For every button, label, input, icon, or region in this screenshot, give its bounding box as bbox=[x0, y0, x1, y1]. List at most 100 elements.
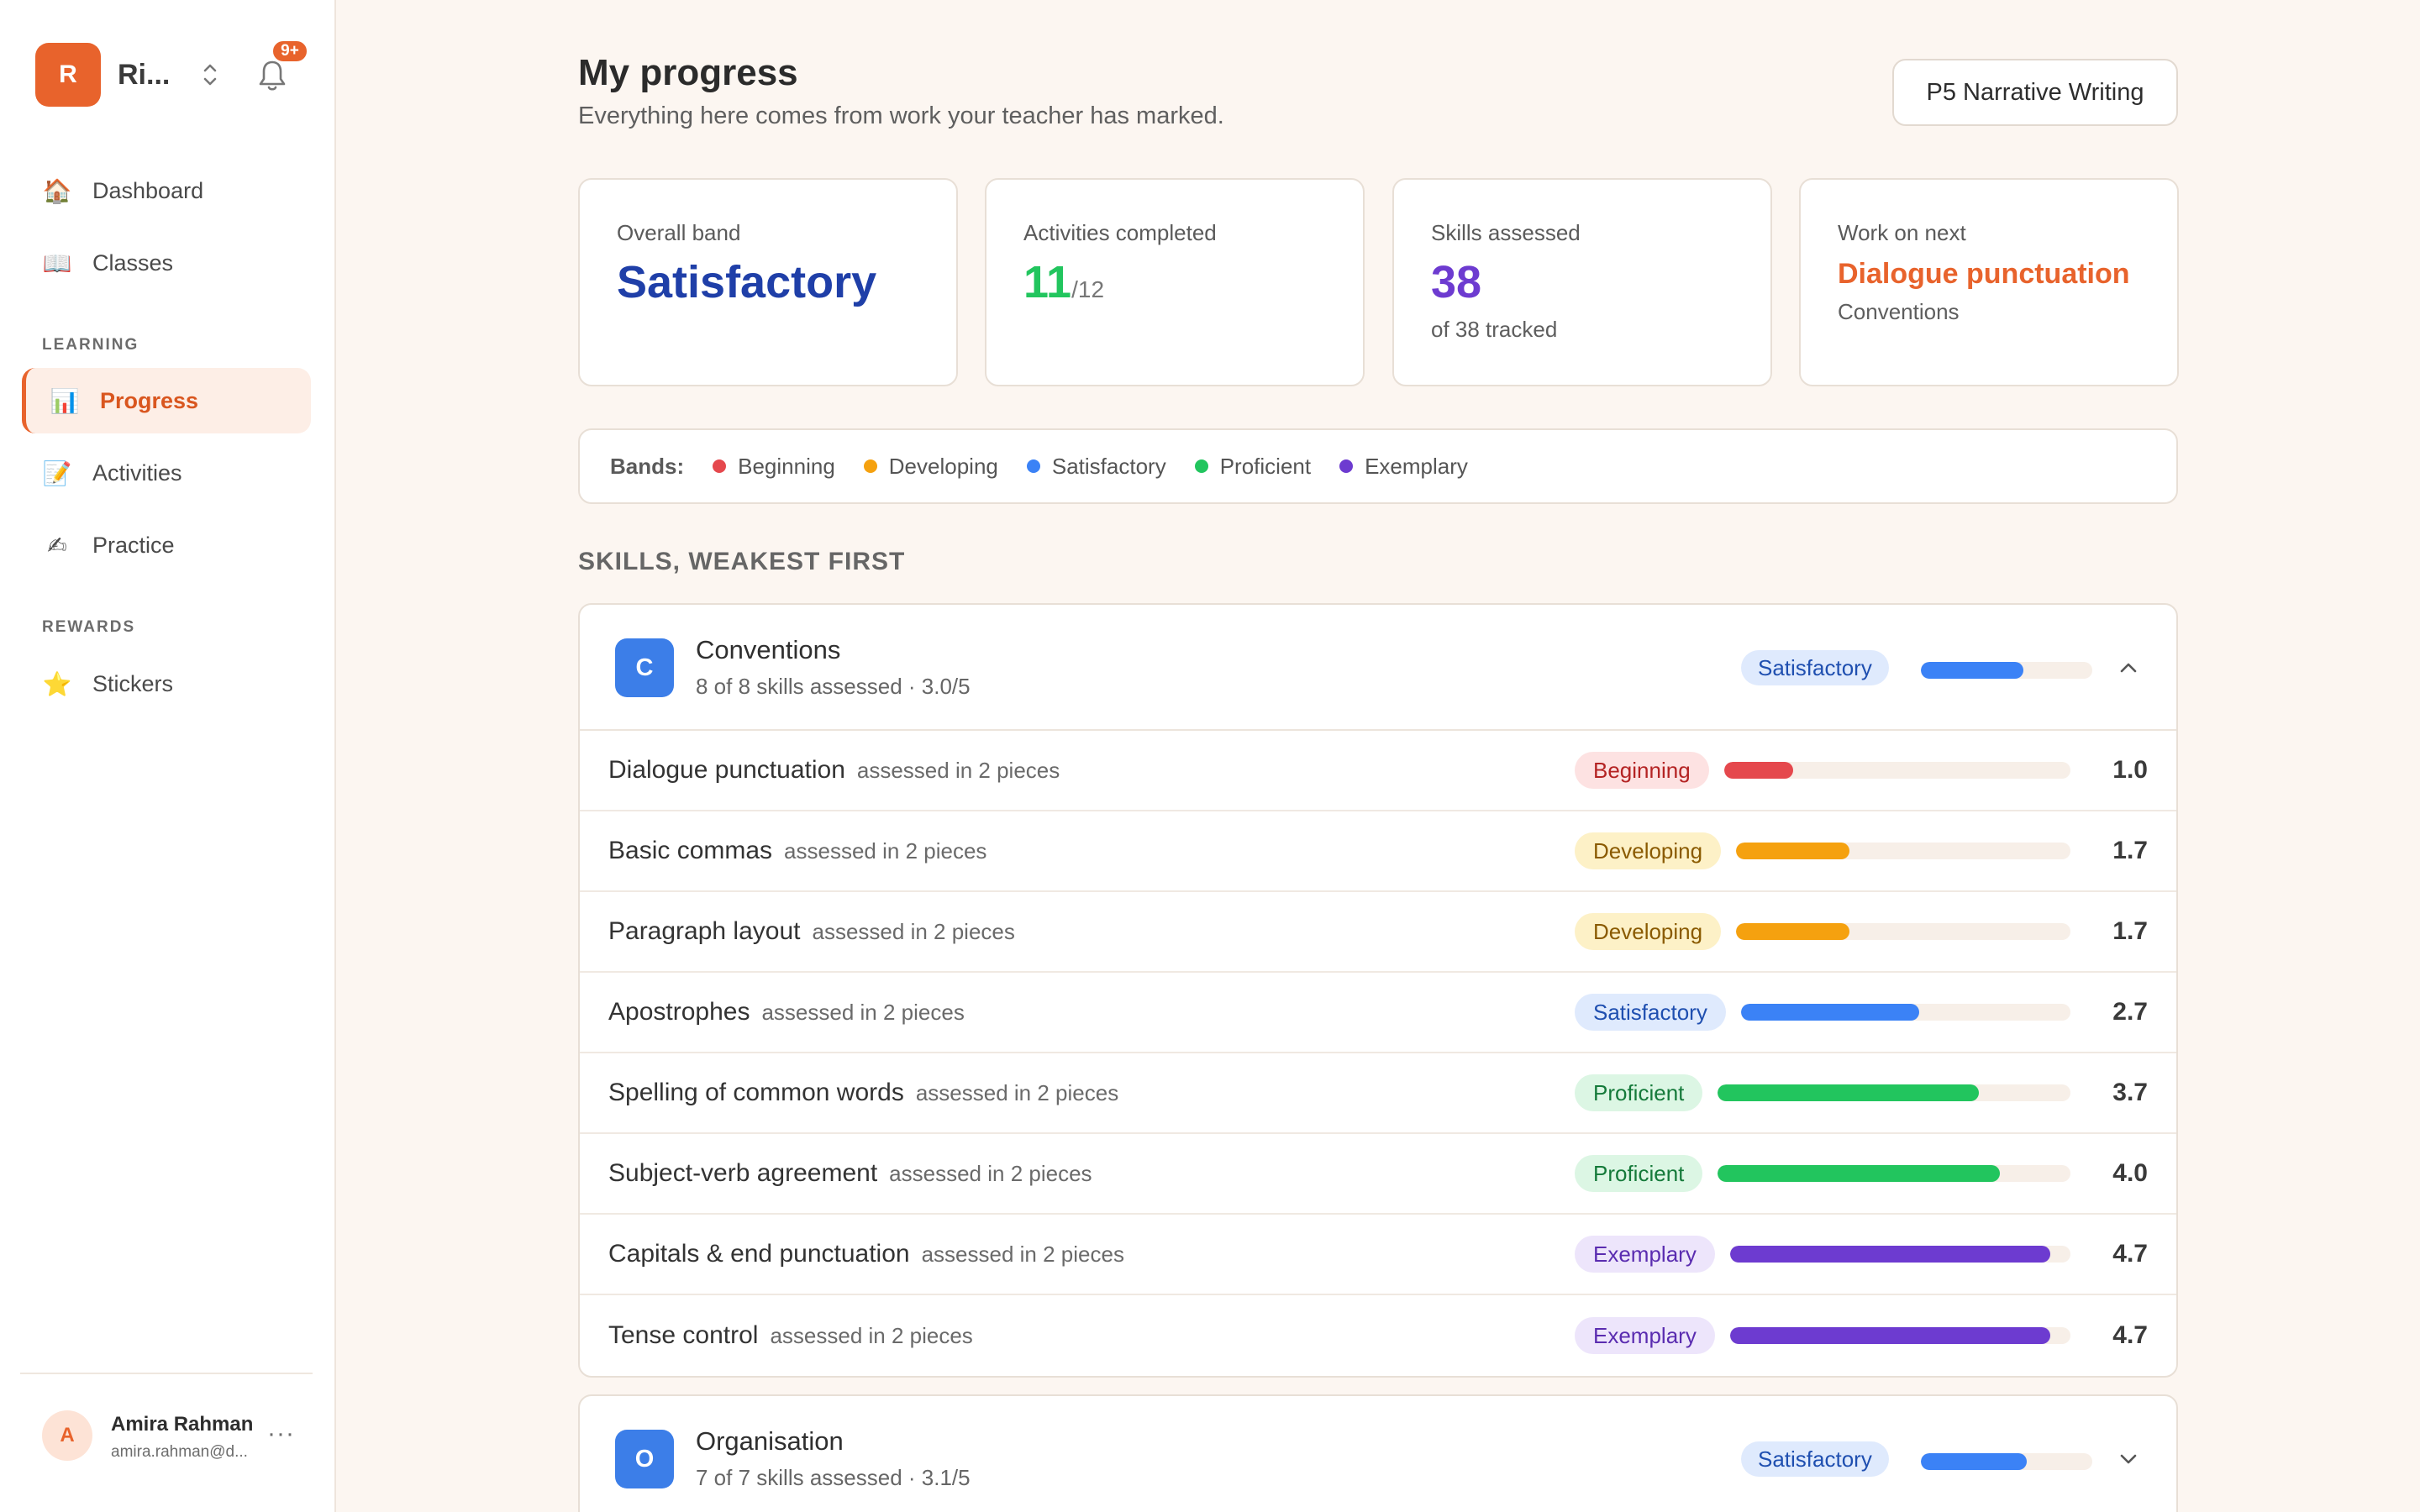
workspace-logo: R bbox=[35, 43, 101, 107]
sidebar-item-label: Dashboard bbox=[92, 177, 204, 203]
band-dot-icon bbox=[713, 459, 727, 473]
band-legend-label: Beginning bbox=[738, 453, 835, 479]
stat-card-overall-band: Overall band Satisfactory bbox=[578, 178, 958, 386]
more-options-icon[interactable]: ··· bbox=[267, 1420, 295, 1448]
skill-progress-fill bbox=[1729, 1327, 2050, 1344]
status-badge: Satisfactory bbox=[1741, 650, 1889, 685]
sidebar-item-label: Practice bbox=[92, 532, 175, 558]
class-selector[interactable]: P5 Narrative Writing bbox=[1892, 59, 2178, 126]
band-legend-item: Proficient bbox=[1194, 453, 1312, 480]
skill-group-header[interactable]: C Conventions 8 of 8 skills assessed · 3.0… bbox=[580, 605, 2176, 731]
skill-name: Capitals & end punctuation assessed in 2 … bbox=[608, 1240, 1124, 1268]
section-heading: SKILLS, WEAKEST FIRST bbox=[578, 548, 906, 575]
skill-row: Apostrophes assessed in 2 pieces Satisfact… bbox=[580, 973, 2176, 1053]
skill-band-indicator: Exemplary bbox=[1575, 1317, 2070, 1354]
stat-value: 11/12 bbox=[1023, 256, 1363, 308]
activities-count: 11 bbox=[1023, 257, 1072, 307]
skill-progress-bar bbox=[1736, 843, 2071, 859]
band-legend-label: Exemplary bbox=[1365, 453, 1468, 479]
band-legend-item: Exemplary bbox=[1339, 454, 1468, 480]
band-legend-label: Proficient bbox=[1219, 453, 1312, 479]
chevron-down-icon[interactable] bbox=[2116, 1446, 2141, 1472]
band-badge: Satisfactory bbox=[1575, 994, 1726, 1031]
skill-group-header[interactable]: O Organisation 7 of 7 skills assessed · 3.… bbox=[580, 1396, 2176, 1512]
stat-label: Overall band bbox=[617, 220, 741, 245]
band-badge: Developing bbox=[1575, 913, 1722, 950]
nav-section-learning: LEARNING bbox=[42, 336, 139, 354]
skill-score: 1.7 bbox=[2112, 837, 2148, 864]
avatar[interactable]: A bbox=[42, 1410, 92, 1461]
bell-icon[interactable] bbox=[257, 59, 287, 92]
skill-band-indicator: Developing bbox=[1575, 832, 2071, 869]
band-badge: Exemplary bbox=[1575, 1236, 1715, 1273]
activities-total: /12 bbox=[1071, 276, 1105, 302]
band-badge: Developing bbox=[1575, 832, 1722, 869]
bands-legend: Bands: Beginning Developing Satisfactory Pr… bbox=[578, 428, 2178, 504]
book-icon: 📖 bbox=[42, 249, 72, 276]
skill-progress-fill bbox=[1736, 843, 1850, 859]
sidebar-item-label: Stickers bbox=[92, 670, 174, 696]
group-icon: C bbox=[615, 638, 674, 697]
skill-progress-fill bbox=[1729, 1246, 2050, 1263]
stat-card-skills-assessed: Skills assessed 38 of 38 tracked bbox=[1392, 178, 1772, 386]
band-legend-item: Satisfactory bbox=[1026, 453, 1166, 480]
skill-name: Subject-verb agreement assessed in 2 piec… bbox=[608, 1159, 1092, 1188]
skill-progress-bar bbox=[1723, 762, 2070, 779]
skill-row: Dialogue punctuation assessed in 2 pieces… bbox=[580, 731, 2176, 811]
sidebar-item-progress[interactable]: 📊 Progress bbox=[22, 368, 311, 433]
band-badge: Proficient bbox=[1575, 1155, 1703, 1192]
band-legend-label: Developing bbox=[888, 453, 998, 479]
stat-value[interactable]: Dialogue punctuation bbox=[1838, 258, 2177, 291]
skill-row: Paragraph layout assessed in 2 pieces Deve… bbox=[580, 892, 2176, 973]
band-legend-label: Satisfactory bbox=[1051, 453, 1166, 479]
skill-band-indicator: Beginning bbox=[1575, 752, 2070, 789]
workspace-name: Ri... bbox=[118, 58, 171, 91]
band-dot-icon bbox=[1339, 459, 1354, 473]
stat-label: Activities completed bbox=[1023, 220, 1217, 245]
skill-name: Basic commas assessed in 2 pieces bbox=[608, 837, 986, 865]
group-meta: 7 of 7 skills assessed · 3.1/5 bbox=[696, 1465, 971, 1490]
skill-progress-bar bbox=[1718, 1084, 2071, 1101]
sidebar-item-practice[interactable]: ✍ Practice bbox=[22, 512, 311, 578]
sidebar-item-stickers[interactable]: ⭐ Stickers bbox=[22, 651, 311, 717]
skill-row: Spelling of common words assessed in 2 pi… bbox=[580, 1053, 2176, 1134]
skill-band-indicator: Exemplary bbox=[1575, 1236, 2070, 1273]
band-dot-icon bbox=[1194, 459, 1208, 473]
group-progress-fill bbox=[1921, 1453, 2028, 1470]
skill-label: Tense control bbox=[608, 1321, 759, 1349]
stat-label: Skills assessed bbox=[1431, 220, 1581, 245]
band-dot-icon bbox=[863, 459, 877, 473]
sidebar-item-classes[interactable]: 📖 Classes bbox=[22, 230, 311, 296]
sidebar-item-label: Progress bbox=[100, 387, 199, 413]
workspace-switcher[interactable]: R Ri... bbox=[35, 43, 170, 107]
skill-label: Subject-verb agreement bbox=[608, 1159, 878, 1187]
skill-meta: assessed in 2 pieces bbox=[889, 1161, 1092, 1186]
skill-name: Paragraph layout assessed in 2 pieces bbox=[608, 917, 1015, 946]
bar-chart-icon: 📊 bbox=[50, 387, 80, 414]
skill-row: Capitals & end punctuation assessed in 2 … bbox=[580, 1215, 2176, 1295]
status-badge: Satisfactory bbox=[1741, 1441, 1889, 1477]
skill-progress-bar bbox=[1718, 1165, 2071, 1182]
skill-score: 4.7 bbox=[2112, 1240, 2148, 1268]
skill-name: Dialogue punctuation assessed in 2 pieces bbox=[608, 756, 1060, 785]
skill-progress-fill bbox=[1723, 762, 1794, 779]
writing-hand-icon: ✍ bbox=[47, 532, 67, 559]
user-name: Amira Rahman bbox=[111, 1413, 254, 1436]
skill-band-indicator: Developing bbox=[1575, 913, 2071, 950]
sidebar-divider bbox=[20, 1373, 313, 1374]
skill-progress-fill bbox=[1718, 1165, 2001, 1182]
skill-name: Tense control assessed in 2 pieces bbox=[608, 1321, 973, 1350]
sidebar-item-activities[interactable]: 📝 Activities bbox=[22, 440, 311, 506]
nav-section-rewards: REWARDS bbox=[42, 618, 136, 636]
band-badge: Beginning bbox=[1575, 752, 1709, 789]
skill-band-indicator: Proficient bbox=[1575, 1155, 2071, 1192]
skill-meta: assessed in 2 pieces bbox=[812, 919, 1015, 944]
notification-badge[interactable]: 9+ bbox=[271, 39, 309, 64]
sidebar: R Ri... 9+ 🏠 Dashboard 📖 Classes LEARNIN… bbox=[0, 0, 336, 1512]
sidebar-item-dashboard[interactable]: 🏠 Dashboard bbox=[22, 158, 311, 223]
stat-card-work-on-next[interactable]: Work on next Dialogue punctuation Conven… bbox=[1799, 178, 2179, 386]
chevron-up-icon[interactable] bbox=[2116, 655, 2141, 680]
skill-meta: assessed in 2 pieces bbox=[761, 1000, 965, 1025]
chevron-up-down-icon[interactable] bbox=[200, 60, 220, 89]
skill-label: Capitals & end punctuation bbox=[608, 1240, 910, 1268]
